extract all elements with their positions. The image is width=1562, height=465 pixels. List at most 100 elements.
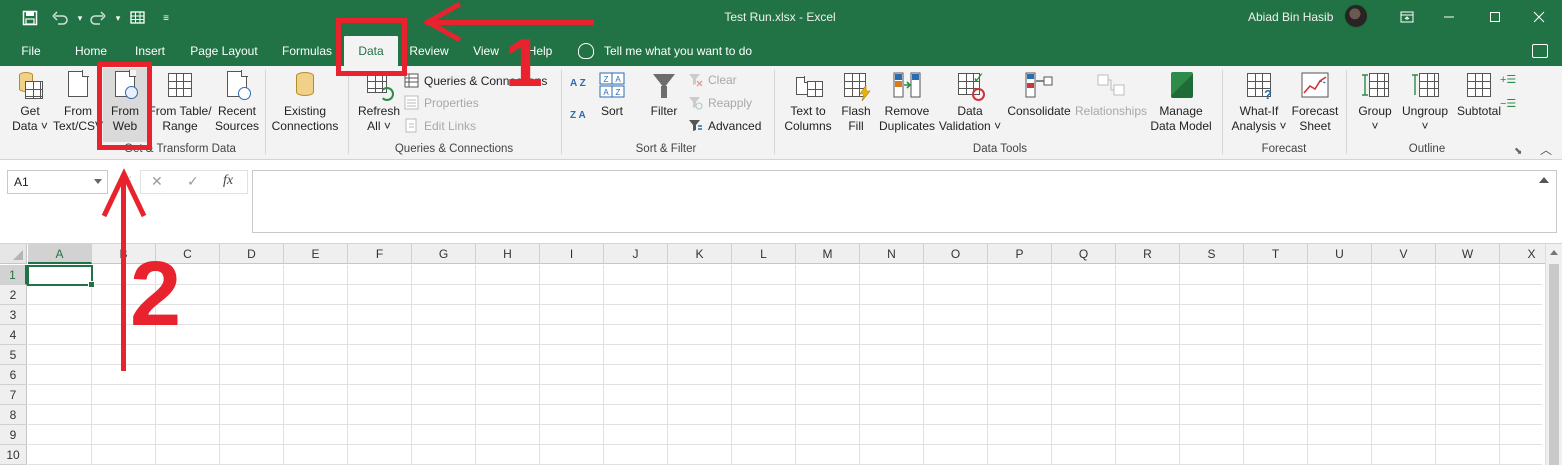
chevron-down-icon[interactable]: ▾ <box>70 8 90 28</box>
ribbon-tabs: File Home Insert Page Layout Formulas Da… <box>0 36 1562 66</box>
column-header-j[interactable]: J <box>604 244 668 264</box>
edit-links-button[interactable]: Edit Links <box>404 116 476 136</box>
remove-duplicates-button[interactable]: Remove Duplicates <box>877 68 937 142</box>
column-header-h[interactable]: H <box>476 244 540 264</box>
show-detail-icon[interactable]: +☰ <box>1500 70 1516 90</box>
what-if-analysis-button[interactable]: ? What-If Analysis ˅ <box>1228 68 1290 142</box>
get-data-button[interactable]: Get Data ˅ <box>8 68 52 142</box>
collapse-ribbon-icon[interactable]: ︿ <box>1540 140 1552 160</box>
sort-button[interactable]: ZAAZ Sort <box>594 68 630 142</box>
subtotal-button[interactable]: Subtotal <box>1452 68 1506 142</box>
forecast-sheet-button[interactable]: Forecast Sheet <box>1290 68 1340 142</box>
advanced-filter-icon <box>688 118 703 133</box>
sort-label: Sort <box>600 104 623 118</box>
cancel-icon[interactable]: ✕ <box>151 173 163 190</box>
tab-formulas[interactable]: Formulas <box>276 36 338 66</box>
enter-icon[interactable]: ✓ <box>187 173 199 190</box>
column-header-s[interactable]: S <box>1180 244 1244 264</box>
sort-z-a-button[interactable]: Z A <box>570 106 586 126</box>
from-table-range-button[interactable]: From Table/ Range <box>148 68 212 142</box>
properties-button[interactable]: Properties <box>404 93 479 113</box>
close-icon[interactable] <box>1516 6 1562 28</box>
avatar[interactable] <box>1344 4 1368 28</box>
column-header-t[interactable]: T <box>1244 244 1308 264</box>
minimize-icon[interactable] <box>1426 6 1472 28</box>
vertical-scrollbar[interactable] <box>1545 244 1562 465</box>
row-header-3[interactable]: 3 <box>0 305 27 325</box>
existing-connections-button[interactable]: Existing Connections <box>268 68 342 142</box>
column-header-i[interactable]: I <box>540 244 604 264</box>
insert-function-icon[interactable]: fx <box>223 173 233 189</box>
column-header-r[interactable]: R <box>1116 244 1180 264</box>
ribbon-display-icon[interactable] <box>1384 6 1430 28</box>
from-text-csv-button[interactable]: From Text/CSV <box>53 68 103 142</box>
formula-input[interactable] <box>252 170 1557 233</box>
column-header-k[interactable]: K <box>668 244 732 264</box>
advanced-filter-button[interactable]: Advanced <box>688 116 761 136</box>
column-header-u[interactable]: U <box>1308 244 1372 264</box>
tab-file[interactable]: File <box>10 36 52 66</box>
row-header-9[interactable]: 9 <box>0 425 27 445</box>
row-header-8[interactable]: 8 <box>0 405 27 425</box>
collapse-formula-bar-icon[interactable] <box>1539 177 1549 183</box>
active-cell[interactable] <box>27 265 95 288</box>
undo-icon[interactable] <box>50 8 70 28</box>
cell-area[interactable] <box>28 265 1542 465</box>
text-to-columns-button[interactable]: Text to Columns <box>780 68 836 142</box>
tab-page-layout[interactable]: Page Layout <box>184 36 264 66</box>
column-header-m[interactable]: M <box>796 244 860 264</box>
column-header-w[interactable]: W <box>1436 244 1500 264</box>
select-all-button[interactable] <box>0 244 27 264</box>
row-header-1[interactable]: 1 <box>0 265 27 285</box>
save-icon[interactable] <box>20 8 40 28</box>
outline-settings-icon[interactable]: ⬊ <box>1514 142 1522 162</box>
clear-filter-button[interactable]: Clear <box>688 70 737 90</box>
column-header-v[interactable]: V <box>1372 244 1436 264</box>
filter-button[interactable]: Filter <box>644 68 684 142</box>
name-box[interactable]: A1 <box>7 170 108 194</box>
sort-a-z-button[interactable]: A Z <box>570 74 586 94</box>
scrollbar-thumb[interactable] <box>1549 264 1559 465</box>
column-header-p[interactable]: P <box>988 244 1052 264</box>
consolidate-button[interactable]: Consolidate <box>1004 68 1074 142</box>
column-header-e[interactable]: E <box>284 244 348 264</box>
group-label-outline: Outline <box>1408 143 1446 155</box>
data-validation-button[interactable]: ✓ Data Validation ˅ <box>938 68 1002 142</box>
column-header-d[interactable]: D <box>220 244 284 264</box>
row-header-10[interactable]: 10 <box>0 445 27 465</box>
column-header-l[interactable]: L <box>732 244 796 264</box>
hide-detail-icon[interactable]: −☰ <box>1500 94 1516 114</box>
manage-data-model-button[interactable]: Manage Data Model <box>1148 68 1214 142</box>
comments-icon[interactable] <box>1532 44 1548 58</box>
recent-sources-button[interactable]: Recent Sources <box>213 68 261 142</box>
worksheet-grid[interactable]: ABCDEFGHIJKLMNOPQRSTUVWX 12345678910 <box>0 243 1562 465</box>
quick-access-icon[interactable]: ≡ <box>156 8 176 28</box>
flash-fill-button[interactable]: Flash Fill <box>836 68 876 142</box>
column-header-o[interactable]: O <box>924 244 988 264</box>
column-header-g[interactable]: G <box>412 244 476 264</box>
maximize-icon[interactable] <box>1472 6 1518 28</box>
reapply-button[interactable]: Reapply <box>688 93 752 113</box>
table-format-icon[interactable] <box>128 8 148 28</box>
tell-me-search[interactable]: Tell me what you want to do <box>578 36 752 66</box>
redo-icon[interactable] <box>88 8 108 28</box>
tab-view[interactable]: View <box>466 36 506 66</box>
row-header-7[interactable]: 7 <box>0 385 27 405</box>
refresh-all-button[interactable]: Refresh All ˅ <box>354 68 404 142</box>
chevron-down-icon[interactable]: ▾ <box>108 8 128 28</box>
get-data-label-2: Data ˅ <box>12 119 48 133</box>
column-header-q[interactable]: Q <box>1052 244 1116 264</box>
column-header-f[interactable]: F <box>348 244 412 264</box>
row-header-6[interactable]: 6 <box>0 365 27 385</box>
ungroup-button[interactable]: Ungroup ˅ <box>1398 68 1452 142</box>
svg-text:A: A <box>603 88 609 97</box>
row-header-2[interactable]: 2 <box>0 285 27 305</box>
row-header-4[interactable]: 4 <box>0 325 27 345</box>
relationships-button[interactable]: Relationships <box>1075 68 1147 142</box>
scroll-up-icon[interactable] <box>1550 250 1558 255</box>
user-name[interactable]: Abiad Bin Hasib <box>1248 10 1333 24</box>
group-button[interactable]: Group ˅ <box>1352 68 1398 142</box>
column-header-a[interactable]: A <box>28 244 92 264</box>
column-header-n[interactable]: N <box>860 244 924 264</box>
row-header-5[interactable]: 5 <box>0 345 27 365</box>
